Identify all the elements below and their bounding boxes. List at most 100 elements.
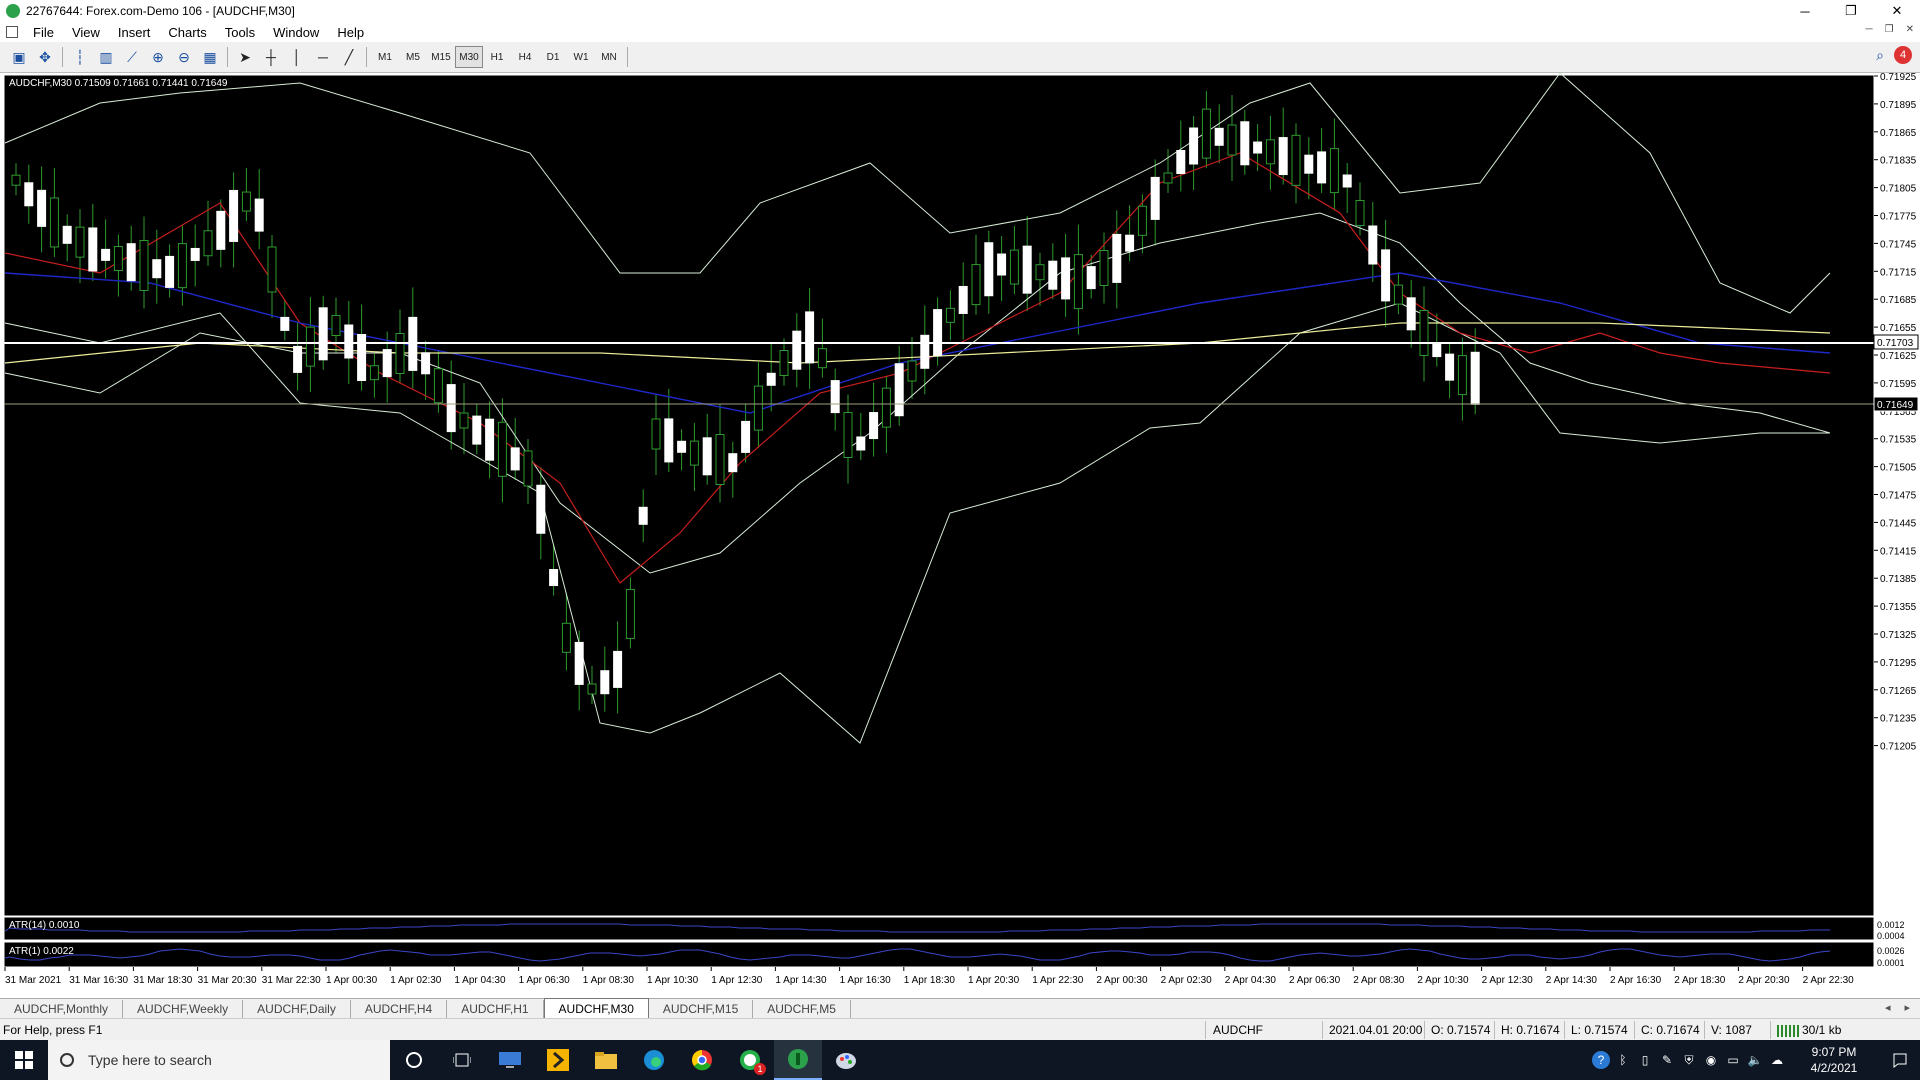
menu-insert[interactable]: Insert: [109, 25, 160, 40]
tile-windows-icon[interactable]: ▦: [197, 45, 223, 69]
usb-drive-icon[interactable]: ▯: [1634, 1040, 1656, 1080]
windows-logo-icon: [15, 1051, 33, 1069]
chart-window-icon[interactable]: [6, 26, 18, 38]
system-clock[interactable]: 9:07 PM 4/2/2021: [1788, 1044, 1880, 1076]
taskbar-app-paint[interactable]: [822, 1040, 870, 1080]
taskbar-app-whatsapp[interactable]: 1: [726, 1040, 774, 1080]
candle-body: [1432, 343, 1442, 358]
timeframe-d1-button[interactable]: D1: [539, 46, 567, 68]
price-tick-label: 0.71625: [1880, 351, 1917, 362]
taskbar-app-file-explorer[interactable]: [582, 1040, 630, 1080]
taskbar-app-plex[interactable]: [534, 1040, 582, 1080]
status-low: L: 0.71574: [1571, 1023, 1628, 1037]
minimize-button[interactable]: ─: [1782, 0, 1828, 22]
menu-charts[interactable]: Charts: [159, 25, 215, 40]
cursor-icon[interactable]: ➤: [232, 45, 258, 69]
bid-price-label: 0.71649: [1877, 400, 1914, 411]
timeframe-mn-button[interactable]: MN: [595, 46, 623, 68]
mdi-restore-button[interactable]: ❐: [1885, 24, 1894, 35]
candle-body: [459, 412, 469, 429]
taskbar-app-metatrader[interactable]: [774, 1040, 822, 1080]
help-icon[interactable]: ?: [1590, 1040, 1612, 1080]
status-connection[interactable]: 30/1 kb: [1777, 1023, 1841, 1037]
menu-file[interactable]: File: [24, 25, 63, 40]
zoom-out-icon[interactable]: ⊖: [171, 45, 197, 69]
mdi-minimize-button[interactable]: ─: [1866, 24, 1873, 35]
taskbar-search-box[interactable]: Type here to search: [48, 1040, 390, 1080]
tab-audchf-weekly[interactable]: AUDCHF,Weekly: [123, 1000, 244, 1018]
timeframe-h1-button[interactable]: H1: [483, 46, 511, 68]
timeframe-m1-button[interactable]: M1: [371, 46, 399, 68]
trendline-icon[interactable]: ╱: [336, 45, 362, 69]
price-chart[interactable]: 0.71925 0.71895 0.71865 0.71835 0.71805 0.717…: [0, 73, 1920, 998]
candle-body: [1368, 225, 1378, 265]
bar-chart-icon[interactable]: ┆: [67, 45, 93, 69]
status-divider: [1322, 1021, 1323, 1039]
bluetooth-icon[interactable]: ᛒ: [1612, 1040, 1634, 1080]
search-icon[interactable]: ⌕: [1876, 47, 1884, 64]
windows-start-button[interactable]: [0, 1040, 48, 1080]
network-icon[interactable]: ▭: [1722, 1040, 1744, 1080]
atr14-panel[interactable]: [3, 916, 1875, 941]
crosshair-navigate-icon[interactable]: ✥: [32, 45, 58, 69]
restore-button[interactable]: ❐: [1828, 0, 1874, 22]
alerts-badge[interactable]: 4: [1894, 46, 1912, 64]
taskbar-app-remote-desktop[interactable]: [486, 1040, 534, 1080]
candle-body: [587, 683, 597, 695]
status-datetime: 2021.04.01 20:00: [1329, 1023, 1423, 1037]
crosshair-icon[interactable]: ┼: [258, 45, 284, 69]
app-tray-icon[interactable]: ◉: [1700, 1040, 1722, 1080]
tab-audchf-daily[interactable]: AUDCHF,Daily: [243, 1000, 351, 1018]
tab-audchf-m30[interactable]: AUDCHF,M30: [543, 998, 649, 1018]
candle-body: [49, 197, 59, 248]
timeframe-m15-button[interactable]: M15: [427, 46, 455, 68]
taskbar-app-chrome[interactable]: [678, 1040, 726, 1080]
tab-scroll-right-icon[interactable]: ▸: [1904, 1001, 1910, 1014]
price-tick-label: 0.71775: [1880, 212, 1917, 223]
status-symbol: AUDCHF: [1213, 1023, 1263, 1037]
time-tick-label: 1 Apr 12:30: [711, 975, 763, 986]
security-shield-icon[interactable]: ⛨: [1678, 1040, 1700, 1080]
time-tick-label: 2 Apr 08:30: [1353, 975, 1405, 986]
vertical-line-icon[interactable]: │: [284, 45, 310, 69]
candle-body: [1381, 249, 1391, 302]
timeframe-w1-button[interactable]: W1: [567, 46, 595, 68]
task-view-button[interactable]: [438, 1040, 486, 1080]
timeframe-m5-button[interactable]: M5: [399, 46, 427, 68]
timeframe-h4-button[interactable]: H4: [511, 46, 539, 68]
candle-body: [177, 243, 187, 289]
candle-body: [664, 418, 674, 463]
time-tick-label: 2 Apr 12:30: [1482, 975, 1534, 986]
new-chart-icon[interactable]: ▣: [6, 45, 32, 69]
pen-icon[interactable]: ✎: [1656, 1040, 1678, 1080]
tab-scroll-left-icon[interactable]: ◂: [1885, 1001, 1891, 1014]
candlestick-icon[interactable]: ▥: [93, 45, 119, 69]
chart-window[interactable]: 0.71925 0.71895 0.71865 0.71835 0.71805 0.717…: [0, 73, 1920, 998]
time-tick-label: 1 Apr 20:30: [968, 975, 1020, 986]
tab-audchf-monthly[interactable]: AUDCHF,Monthly: [0, 1000, 124, 1018]
line-chart-icon[interactable]: ⟋: [119, 45, 145, 69]
status-bar: For Help, press F1 AUDCHF 2021.04.01 20:…: [0, 1018, 1920, 1040]
candle-body: [305, 326, 315, 367]
notification-center-icon[interactable]: [1880, 1052, 1920, 1068]
tab-audchf-h1[interactable]: AUDCHF,H1: [447, 1000, 544, 1018]
tab-audchf-m15[interactable]: AUDCHF,M15: [648, 1000, 754, 1018]
time-tick-label: 1 Apr 08:30: [583, 975, 635, 986]
onedrive-cloud-icon[interactable]: ☁: [1766, 1040, 1788, 1080]
taskbar-app-edge[interactable]: [630, 1040, 678, 1080]
close-button[interactable]: ✕: [1874, 0, 1920, 22]
menu-view[interactable]: View: [63, 25, 109, 40]
zoom-in-icon[interactable]: ⊕: [145, 45, 171, 69]
timeframe-m30-button[interactable]: M30: [455, 46, 483, 68]
horizontal-line-icon[interactable]: ─: [310, 45, 336, 69]
mdi-close-button[interactable]: ✕: [1906, 24, 1914, 35]
candle-body: [165, 255, 175, 288]
tab-audchf-h4[interactable]: AUDCHF,H4: [350, 1000, 448, 1018]
tab-audchf-m5[interactable]: AUDCHF,M5: [753, 1000, 851, 1018]
status-volume: V: 1087: [1711, 1023, 1752, 1037]
menu-help[interactable]: Help: [328, 25, 373, 40]
volume-icon[interactable]: 🔈: [1744, 1040, 1766, 1080]
menu-tools[interactable]: Tools: [216, 25, 264, 40]
menu-window[interactable]: Window: [264, 25, 328, 40]
cortana-button[interactable]: [390, 1040, 438, 1080]
